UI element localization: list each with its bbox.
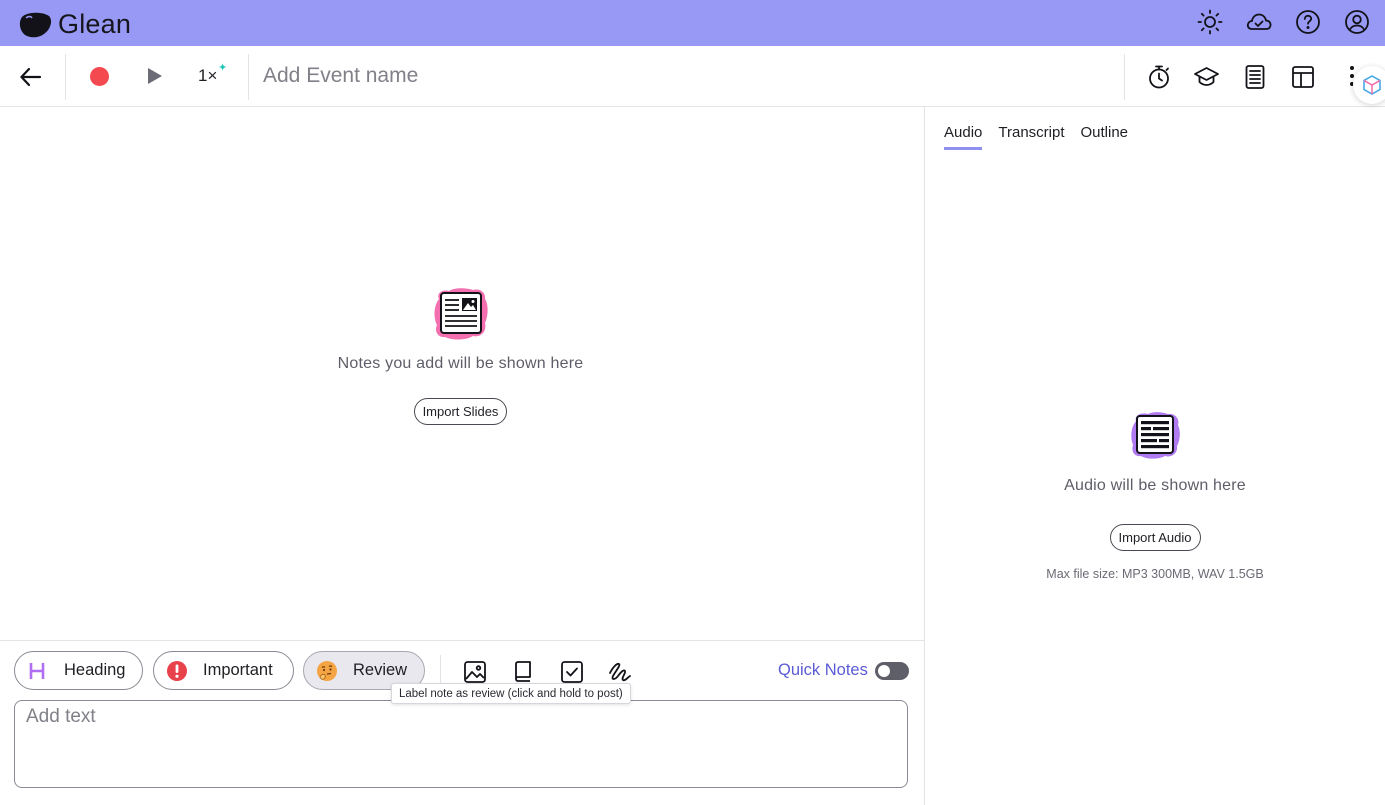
tab-transcript[interactable]: Transcript xyxy=(998,124,1064,150)
max-file-size-note: Max file size: MP3 300MB, WAV 1.5GB xyxy=(1046,567,1264,581)
playback-speed-button[interactable]: 1× ✦ xyxy=(198,62,227,86)
sun-icon[interactable] xyxy=(1196,8,1224,36)
scribble-icon[interactable] xyxy=(607,659,633,685)
document-icon[interactable] xyxy=(1241,63,1268,90)
important-label-button[interactable]: Important xyxy=(153,651,294,690)
tab-audio[interactable]: Audio xyxy=(944,124,983,150)
cloud-sync-icon[interactable] xyxy=(1245,8,1273,36)
tab-outline[interactable]: Outline xyxy=(1081,124,1129,150)
import-slides-button[interactable]: Import Slides xyxy=(413,398,508,425)
toolbar-divider xyxy=(65,54,66,100)
checkbox-icon[interactable] xyxy=(559,659,585,685)
review-tooltip: Label note as review (click and hold to … xyxy=(391,683,631,704)
toggle-knob xyxy=(878,665,890,677)
review-label-text: Review xyxy=(353,661,408,679)
event-name-input[interactable] xyxy=(263,59,1083,93)
quick-notes-label: Quick Notes xyxy=(778,661,868,679)
cube-icon xyxy=(1363,75,1381,95)
glean-logo-icon xyxy=(19,12,52,37)
import-audio-button[interactable]: Import Audio xyxy=(1109,524,1201,551)
layout-icon[interactable] xyxy=(1289,63,1316,90)
timer-icon[interactable] xyxy=(1145,63,1172,90)
thinking-face-icon xyxy=(316,660,338,682)
quick-notes-toggle[interactable] xyxy=(875,662,909,680)
play-button[interactable] xyxy=(148,68,162,84)
audio-illustration-icon xyxy=(1131,412,1180,459)
sparkle-icon: ✦ xyxy=(218,62,228,74)
playback-speed-label: 1× xyxy=(198,66,218,85)
compose-divider xyxy=(0,640,924,641)
important-label-text: Important xyxy=(203,661,273,679)
heading-label-text: Heading xyxy=(64,661,126,679)
extension-badge[interactable] xyxy=(1353,66,1385,104)
editor-toolbar: 1× ✦ xyxy=(0,46,1385,107)
notes-empty-state: Notes you add will be shown here Import … xyxy=(0,287,921,425)
toolbar-divider xyxy=(248,54,249,100)
side-panel: Audio Transcript Outline Audio will be s… xyxy=(925,107,1385,805)
heading-icon xyxy=(27,660,49,682)
book-icon[interactable] xyxy=(510,659,536,685)
app-logo: Glean xyxy=(18,9,131,40)
heading-label-button[interactable]: Heading xyxy=(14,651,143,690)
app-name: Glean xyxy=(58,9,132,39)
app-header: Glean xyxy=(0,0,1385,46)
audio-empty-text: Audio will be shown here xyxy=(1064,477,1246,494)
side-panel-tabs: Audio Transcript Outline xyxy=(944,124,1128,150)
back-arrow-icon[interactable] xyxy=(18,64,44,90)
graduation-cap-icon[interactable] xyxy=(1193,63,1220,90)
exclamation-icon xyxy=(166,660,188,682)
help-icon[interactable] xyxy=(1294,8,1322,36)
notes-illustration-icon xyxy=(434,288,488,340)
record-button[interactable] xyxy=(90,67,109,86)
audio-empty-state: Audio will be shown here Import Audio Ma… xyxy=(925,411,1385,581)
toolbar-divider xyxy=(1124,54,1125,100)
notes-pane: Notes you add will be shown here Import … xyxy=(0,107,924,640)
notes-empty-text: Notes you add will be shown here xyxy=(337,355,584,372)
note-text-input[interactable] xyxy=(14,700,908,788)
account-icon[interactable] xyxy=(1343,8,1371,36)
image-icon[interactable] xyxy=(462,659,488,685)
